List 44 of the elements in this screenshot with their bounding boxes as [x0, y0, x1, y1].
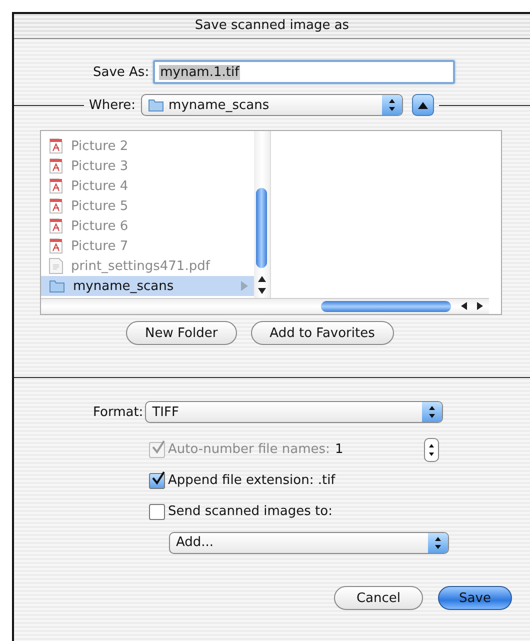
scroll-arrows-icon [461, 302, 483, 310]
pdf-file-icon [49, 158, 63, 174]
folder-icon [148, 98, 164, 112]
file-item[interactable]: myname_scans [41, 276, 254, 296]
scroll-thumb[interactable] [321, 301, 451, 312]
horizontal-scrollbar[interactable] [41, 298, 489, 314]
checkbox[interactable] [149, 472, 165, 488]
stepper-control[interactable] [424, 438, 439, 462]
scroll-arrows-icon [258, 276, 266, 294]
format-label: Format: [93, 404, 144, 420]
option-label: Auto-number file names: [168, 442, 330, 457]
browser-button[interactable]: Add to Favorites [250, 321, 394, 345]
save-as-label: Save As: [93, 64, 150, 80]
pdf-file-icon [49, 178, 63, 194]
scroll-thumb[interactable] [256, 188, 267, 268]
dialog-button[interactable]: Save [438, 586, 512, 610]
destination-popup[interactable]: Add... [169, 532, 449, 554]
checkmark-icon [151, 470, 165, 484]
expand-button[interactable] [412, 94, 434, 116]
up-triangle-icon [418, 102, 428, 108]
checkmark-icon [151, 440, 165, 454]
pdf-file-icon [49, 238, 63, 254]
option-label: Append file extension: .tif [168, 473, 336, 488]
window-title: Save scanned image as [14, 14, 530, 39]
up-down-arrows-icon [434, 536, 442, 548]
browser-button[interactable]: New Folder [126, 321, 237, 345]
checkbox[interactable] [149, 504, 165, 520]
option-label: Send scanned images to: [168, 504, 332, 519]
up-down-arrows-icon [428, 406, 436, 418]
pdf-file-icon [49, 218, 63, 234]
pdf-file-icon [49, 138, 63, 154]
dialog-button[interactable]: Cancel [334, 586, 423, 610]
vertical-scrollbar[interactable] [254, 131, 270, 298]
where-label: Where: [89, 98, 136, 112]
document-icon [49, 258, 63, 274]
format-popup[interactable]: TIFF [145, 401, 444, 423]
up-down-arrows-icon [428, 442, 435, 456]
up-down-arrows-icon [388, 99, 396, 111]
number-value: 1 [334, 442, 344, 457]
location-popup[interactable]: myname_scans [140, 94, 403, 116]
folder-icon [49, 279, 65, 293]
file-name-field[interactable]: mynam.1.tif [153, 60, 456, 84]
right-triangle-icon [241, 281, 248, 291]
pdf-file-icon [49, 198, 63, 214]
